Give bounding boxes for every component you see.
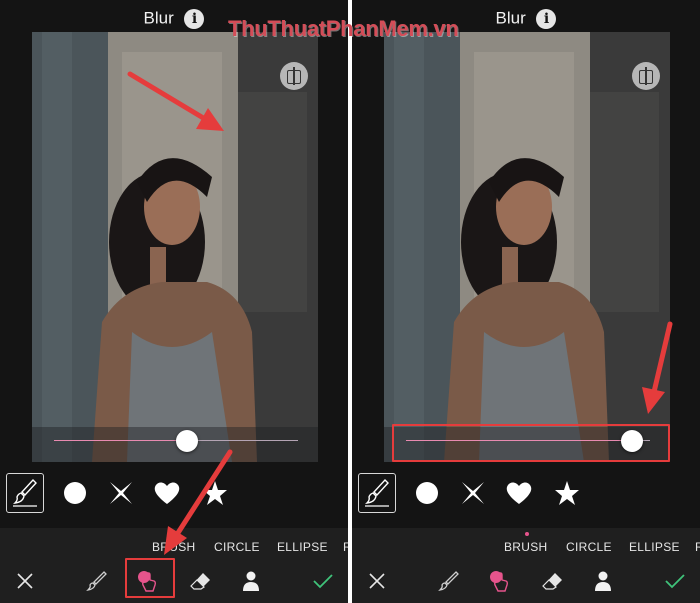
blur-touch-icon: [490, 571, 509, 592]
slider-thumb[interactable]: [621, 430, 643, 452]
star-shape-button[interactable]: [196, 473, 234, 513]
brush-tool-button[interactable]: [436, 568, 462, 594]
photo-canvas[interactable]: [32, 32, 318, 462]
brush-shape-button[interactable]: [6, 473, 44, 513]
photo-image: [32, 32, 318, 462]
apply-button[interactable]: [662, 568, 688, 594]
circle-shape-button[interactable]: [56, 473, 94, 513]
tab-circle[interactable]: CIRCLE: [214, 540, 260, 554]
slider-thumb[interactable]: [176, 430, 198, 452]
tab-brush[interactable]: BRUSH: [504, 540, 548, 554]
check-icon: [665, 574, 685, 589]
slider-fill: [54, 440, 187, 441]
blur-size-slider[interactable]: [406, 430, 650, 452]
cross-shape-button[interactable]: [454, 473, 492, 513]
heart-icon: [506, 482, 532, 504]
close-icon: [369, 573, 385, 589]
brush-icon: [13, 478, 37, 507]
eraser-tool-button[interactable]: [540, 568, 566, 594]
photo-canvas[interactable]: [384, 32, 670, 462]
star-shape-button[interactable]: [548, 473, 586, 513]
circle-shape-button[interactable]: [408, 473, 446, 513]
info-icon[interactable]: i: [536, 8, 557, 29]
tab-next-partial[interactable]: R: [695, 540, 700, 554]
brush-shape-button[interactable]: [358, 473, 396, 513]
blur-size-slider[interactable]: [54, 430, 298, 452]
heart-icon: [154, 482, 180, 504]
info-icon[interactable]: i: [184, 8, 205, 29]
circle-icon: [416, 482, 438, 504]
person-tool-button[interactable]: [238, 568, 264, 594]
close-icon: [17, 573, 33, 589]
star-icon: [555, 481, 579, 505]
close-button[interactable]: [364, 568, 390, 594]
tab-next-partial[interactable]: R: [343, 540, 348, 554]
tool-row: [352, 566, 700, 596]
close-button[interactable]: [12, 568, 38, 594]
shape-picker: [6, 470, 342, 516]
blur-touch-icon: [138, 571, 157, 592]
check-icon: [313, 574, 333, 589]
left-editor-panel: Blur i BRUSH CIRCLE ELLIPSE R: [0, 0, 348, 603]
mask-tabs: BRUSH CIRCLE ELLIPSE R: [352, 540, 700, 558]
blur-touch-tool-button[interactable]: [486, 568, 512, 594]
heart-shape-button[interactable]: [500, 473, 538, 513]
right-editor-panel: Blur i BRUSH CIRCLE ELLIPSE R: [352, 0, 700, 603]
blur-touch-tool-button[interactable]: [134, 568, 160, 594]
bottom-toolbar: BRUSH CIRCLE ELLIPSE R: [352, 528, 700, 603]
eraser-tool-button[interactable]: [188, 568, 214, 594]
watermark-text: ThuThuatPhanMem.vn: [228, 16, 459, 41]
cross-icon: [110, 482, 132, 504]
heart-shape-button[interactable]: [148, 473, 186, 513]
person-icon: [595, 571, 611, 591]
bottom-toolbar: BRUSH CIRCLE ELLIPSE R: [0, 528, 348, 603]
tool-row: [0, 566, 348, 596]
eraser-icon: [190, 573, 210, 590]
split-compare-icon[interactable]: [280, 62, 308, 90]
tab-circle[interactable]: CIRCLE: [566, 540, 612, 554]
photo-image: [384, 32, 670, 462]
split-compare-icon[interactable]: [632, 62, 660, 90]
brush-icon: [365, 478, 389, 507]
tab-ellipse[interactable]: ELLIPSE: [629, 540, 680, 554]
eraser-icon: [542, 573, 562, 590]
brush-tool-icon: [86, 571, 107, 591]
active-tab-indicator: [525, 532, 529, 536]
person-tool-button[interactable]: [590, 568, 616, 594]
circle-icon: [64, 482, 86, 504]
shape-picker: [358, 470, 694, 516]
cross-icon: [462, 482, 484, 504]
person-icon: [243, 571, 259, 591]
mask-tabs: BRUSH CIRCLE ELLIPSE R: [0, 540, 348, 558]
star-icon: [203, 481, 227, 505]
tab-brush[interactable]: BRUSH: [152, 540, 196, 554]
cross-shape-button[interactable]: [102, 473, 140, 513]
title-text: Blur: [495, 8, 526, 28]
slider-fill: [406, 440, 632, 441]
tab-ellipse[interactable]: ELLIPSE: [277, 540, 328, 554]
brush-tool-button[interactable]: [84, 568, 110, 594]
apply-button[interactable]: [310, 568, 336, 594]
title-text: Blur: [143, 8, 174, 28]
brush-tool-icon: [438, 571, 459, 591]
